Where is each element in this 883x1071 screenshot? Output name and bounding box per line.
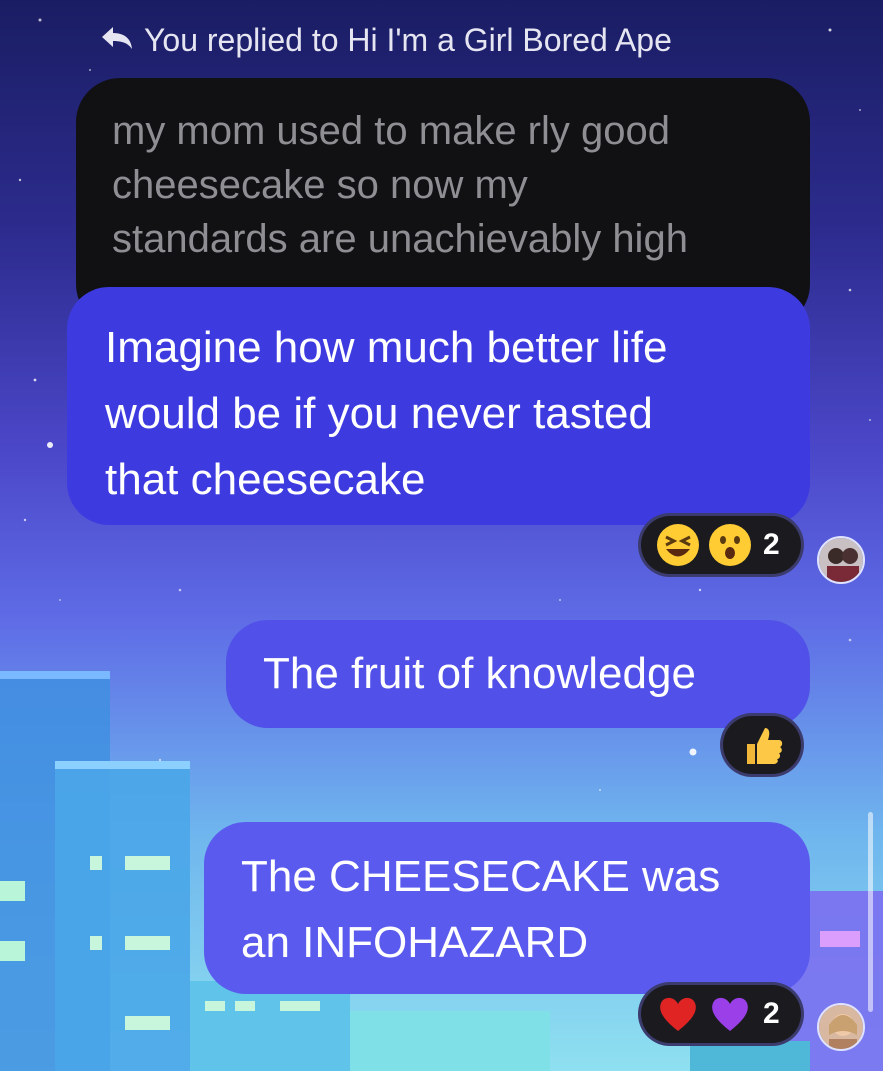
reaction-count: 2 — [763, 528, 780, 561]
reaction-pill[interactable] — [720, 713, 804, 777]
purple-heart-icon — [707, 991, 753, 1037]
reaction-pill[interactable]: 2 — [638, 982, 804, 1046]
quoted-line: my mom used to make rly good — [112, 109, 670, 153]
reply-arrow-icon — [100, 22, 134, 59]
sent-message-bubble[interactable]: The CHEESECAKE was an INFOHAZARD — [204, 822, 810, 994]
reaction-pill[interactable]: 2 — [638, 513, 804, 577]
message-line: an INFOHAZARD — [241, 918, 589, 967]
message-line: The fruit of knowledge — [263, 649, 696, 698]
surprised-face-icon — [707, 522, 753, 568]
reaction-count: 2 — [763, 997, 780, 1030]
sent-message-bubble[interactable]: The fruit of knowledge — [226, 620, 810, 728]
message-line: Imagine how much better life — [105, 323, 668, 372]
reply-context-header: You replied to Hi I'm a Girl Bored Ape — [100, 22, 672, 59]
laughing-face-icon — [655, 522, 701, 568]
red-heart-icon — [655, 991, 701, 1037]
avatar[interactable] — [817, 536, 865, 584]
message-line: would be if you never tasted — [105, 389, 653, 438]
message-line: that cheesecake — [105, 455, 426, 504]
thumbs-up-icon — [739, 722, 785, 768]
scrollbar[interactable] — [868, 812, 873, 1012]
sent-message-bubble[interactable]: Imagine how much better life would be if… — [67, 287, 810, 525]
quoted-line: cheesecake so now my — [112, 163, 528, 207]
reply-context-text: You replied to Hi I'm a Girl Bored Ape — [144, 22, 672, 58]
message-line: The CHEESECAKE was — [241, 852, 721, 901]
quoted-line: standards are unachievably high — [112, 217, 688, 261]
avatar[interactable] — [817, 1003, 865, 1051]
